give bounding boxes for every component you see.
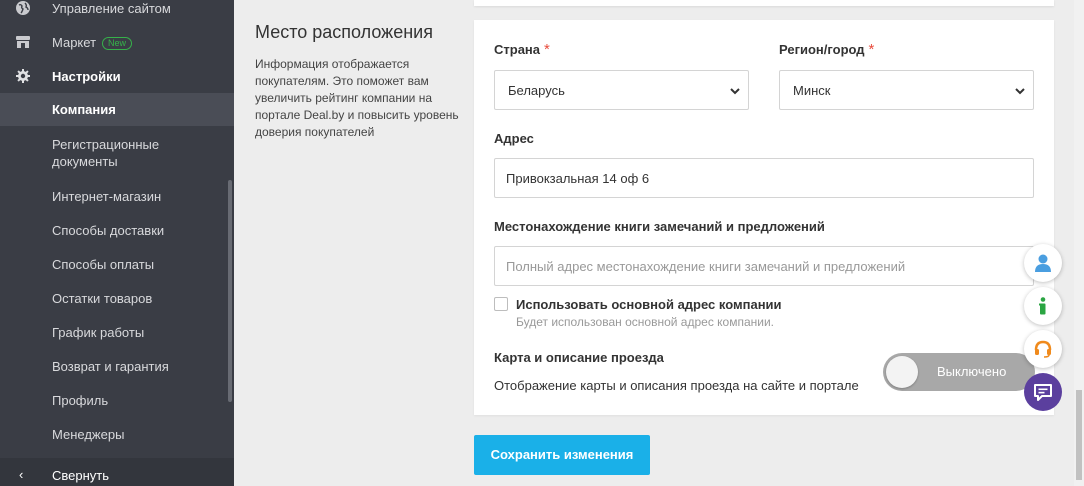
address-field[interactable]: Привокзальная 14 оф 6 xyxy=(494,158,1034,198)
info-icon xyxy=(1039,297,1046,315)
new-badge: New xyxy=(102,37,133,50)
complaint-book-field[interactable]: Полный адрес местонахождение книги замеч… xyxy=(494,246,1034,286)
store-icon xyxy=(16,36,30,48)
info-button[interactable] xyxy=(1024,287,1062,325)
sidebar-item-settings[interactable]: Настройки xyxy=(0,60,234,92)
use-main-address-hint: Будет использован основной адрес компани… xyxy=(516,315,774,329)
chevron-down-icon xyxy=(730,88,740,95)
country-select[interactable]: Беларусь xyxy=(494,70,749,110)
sidebar: Управление сайтом Маркет New Настройки Ко… xyxy=(0,0,234,486)
sidebar-item-returns[interactable]: Возврат и гарантия xyxy=(0,350,234,382)
save-button[interactable]: Сохранить изменения xyxy=(474,435,650,475)
sidebar-item-managers[interactable]: Менеджеры xyxy=(0,418,234,450)
sidebar-item-market[interactable]: Маркет New xyxy=(0,26,234,58)
user-icon xyxy=(1035,254,1051,272)
sidebar-item-delivery[interactable]: Способы доставки xyxy=(0,214,234,246)
toggle-label: Выключено xyxy=(937,364,1007,379)
sidebar-item-label: Компания xyxy=(52,102,116,117)
use-main-address-label[interactable]: Использовать основной адрес компании xyxy=(516,297,782,312)
sidebar-item-label: Регистрационные документы xyxy=(52,137,160,169)
collapse-sidebar-button[interactable]: ‹ Свернуть xyxy=(0,458,234,486)
map-toggle[interactable]: Выключено xyxy=(883,353,1035,391)
region-value: Минск xyxy=(793,83,831,98)
sidebar-item-label: Способы доставки xyxy=(52,223,165,238)
section-title: Место расположения xyxy=(255,22,433,42)
sidebar-item-site-management[interactable]: Управление сайтом xyxy=(0,0,234,20)
sidebar-item-label: Менеджеры xyxy=(52,427,125,442)
sidebar-item-stock[interactable]: Остатки товаров xyxy=(0,282,234,314)
support-manager-button[interactable] xyxy=(1024,244,1062,282)
chat-button[interactable] xyxy=(1024,373,1062,411)
sidebar-item-profile[interactable]: Профиль xyxy=(0,384,234,416)
use-main-address-checkbox[interactable] xyxy=(494,297,508,311)
region-select[interactable]: Минск xyxy=(779,70,1034,110)
sidebar-item-payment[interactable]: Способы оплаты xyxy=(0,248,234,280)
gear-icon xyxy=(16,69,30,83)
sidebar-item-label: График работы xyxy=(52,325,145,340)
sidebar-item-company[interactable]: Компания xyxy=(0,93,234,126)
address-value: Привокзальная 14 оф 6 xyxy=(506,171,650,186)
previous-card-edge xyxy=(474,0,1054,6)
page-scrollbar-thumb[interactable] xyxy=(1076,390,1082,480)
sidebar-item-label: Остатки товаров xyxy=(52,291,153,306)
complaint-book-placeholder: Полный адрес местонахождение книги замеч… xyxy=(506,259,906,274)
hotline-button[interactable] xyxy=(1024,330,1062,368)
section-description: Информация отображается покупателям. Это… xyxy=(255,57,459,139)
chevron-down-icon xyxy=(1015,88,1025,95)
map-section-title: Карта и описание проезда xyxy=(494,350,664,365)
country-value: Беларусь xyxy=(508,83,565,98)
sidebar-item-label: Способы оплаты xyxy=(52,257,155,272)
sidebar-item-label: Управление сайтом xyxy=(52,1,171,16)
required-mark: * xyxy=(868,41,875,58)
region-label: Регион/город * xyxy=(779,41,874,58)
chevron-left-icon: ‹ xyxy=(19,467,24,482)
complaint-book-label: Местонахождение книги замечаний и предло… xyxy=(494,219,825,234)
sidebar-item-registration-docs[interactable]: Регистрационные документы xyxy=(0,128,234,176)
page-scrollbar[interactable] xyxy=(1074,0,1084,486)
required-mark: * xyxy=(544,41,550,58)
sidebar-item-label: Профиль xyxy=(52,393,109,408)
sidebar-item-label: Возврат и гарантия xyxy=(52,359,169,374)
collapse-label: Свернуть xyxy=(52,468,110,483)
sidebar-item-label: Маркет xyxy=(52,35,97,50)
sidebar-item-label: Настройки xyxy=(52,69,121,84)
country-label: Страна * xyxy=(494,41,550,58)
globe-icon xyxy=(16,1,30,15)
chat-icon xyxy=(1034,384,1052,401)
sidebar-item-online-store[interactable]: Интернет-магазин xyxy=(0,180,234,212)
address-label: Адрес xyxy=(494,131,534,146)
headset-icon xyxy=(1034,340,1052,358)
country-label-text: Страна xyxy=(494,42,541,57)
map-section-description: Отображение карты и описания проезда на … xyxy=(494,378,859,393)
toggle-knob xyxy=(886,356,918,388)
region-label-text: Регион/город xyxy=(779,42,865,57)
sidebar-scrollbar[interactable] xyxy=(228,180,232,402)
sidebar-item-label: Интернет-магазин xyxy=(52,189,162,204)
sidebar-item-schedule[interactable]: График работы xyxy=(0,316,234,348)
